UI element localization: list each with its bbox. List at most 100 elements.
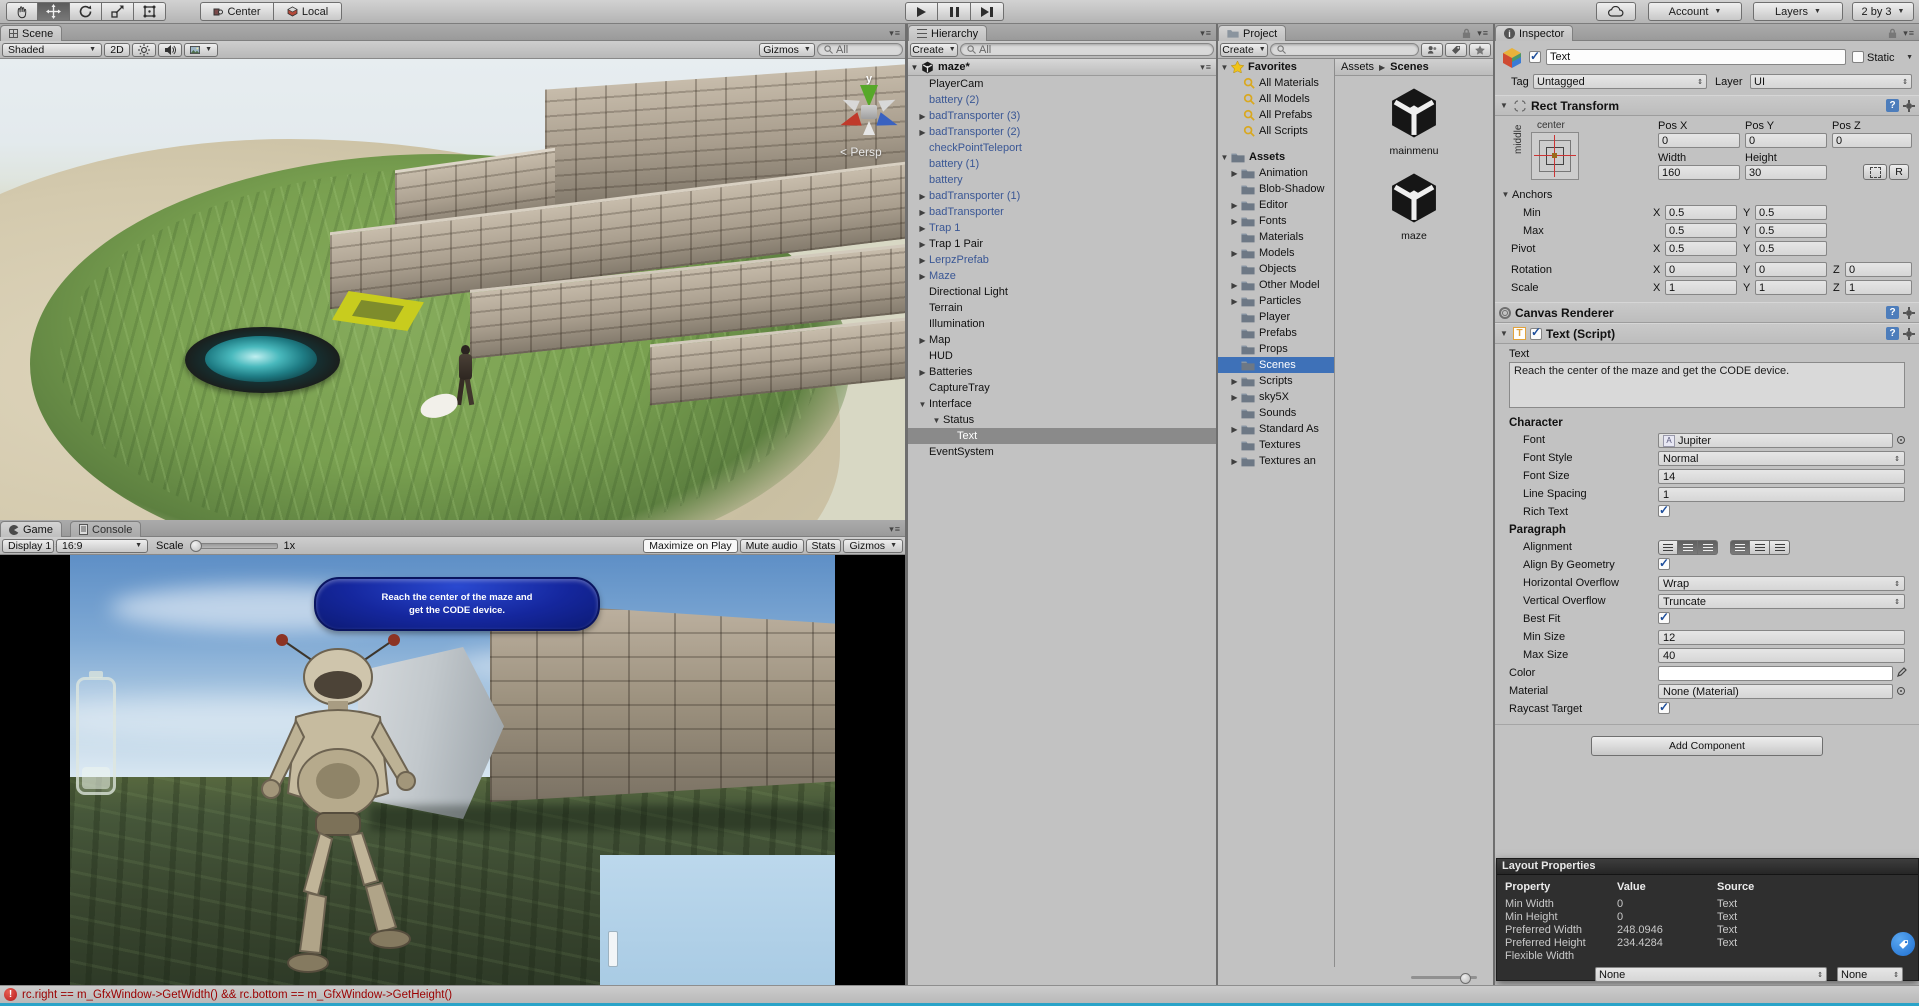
gizmo-cube[interactable] bbox=[861, 105, 877, 119]
foldout-arrow-icon[interactable]: ▼ bbox=[1218, 63, 1231, 72]
hand-tool-button[interactable] bbox=[6, 2, 38, 21]
pos-y-field[interactable]: 0 bbox=[1745, 133, 1827, 148]
hierarchy-item-lerpzprefab[interactable]: ▶LerpzPrefab bbox=[908, 252, 1216, 268]
scale-slider-knob[interactable] bbox=[190, 540, 202, 552]
foldout-arrow-icon[interactable]: ▼ bbox=[1499, 329, 1509, 338]
hierarchy-item-trap-1-pair[interactable]: ▶Trap 1 Pair bbox=[908, 236, 1216, 252]
favorite-all-models[interactable]: All Models bbox=[1218, 91, 1334, 107]
help-icon[interactable]: ? bbox=[1886, 306, 1899, 319]
folder-editor[interactable]: ▶Editor bbox=[1218, 197, 1334, 213]
x-axis-cone[interactable] bbox=[838, 112, 861, 131]
hierarchy-item-map[interactable]: ▶Map bbox=[908, 332, 1216, 348]
stats-button[interactable]: Stats bbox=[806, 539, 842, 553]
favorite-search-button[interactable] bbox=[1469, 43, 1491, 57]
lock-icon[interactable] bbox=[1888, 28, 1897, 42]
folder-particles[interactable]: ▶Particles bbox=[1218, 293, 1334, 309]
account-dropdown[interactable]: Account▼ bbox=[1648, 2, 1742, 21]
audio-toggle-button[interactable] bbox=[158, 43, 182, 57]
gray-cone[interactable] bbox=[863, 121, 875, 135]
folder-textures-an[interactable]: ▶Textures an bbox=[1218, 453, 1334, 469]
property-field[interactable]: 40 bbox=[1658, 648, 1905, 663]
folder-sky5x[interactable]: ▶sky5X bbox=[1218, 389, 1334, 405]
height-field[interactable]: 30 bbox=[1745, 165, 1827, 180]
gameobject-name-field[interactable]: Text bbox=[1546, 49, 1846, 65]
icon-size-slider[interactable] bbox=[1411, 976, 1477, 979]
blueprint-mode-button[interactable] bbox=[1863, 164, 1887, 180]
hierarchy-item-batteries[interactable]: ▶Batteries bbox=[908, 364, 1216, 380]
width-field[interactable]: 160 bbox=[1658, 165, 1740, 180]
foldout-arrow-icon[interactable]: ▶ bbox=[1228, 201, 1241, 210]
tab-scene[interactable]: Scene bbox=[0, 25, 62, 41]
scene-viewport[interactable]: y < Persp bbox=[0, 59, 905, 520]
property-checkbox[interactable] bbox=[1658, 612, 1670, 624]
asset-bundle-dropdown[interactable]: None⇕ bbox=[1595, 967, 1827, 982]
2d-toggle-button[interactable]: 2D bbox=[104, 43, 130, 57]
property-dropdown[interactable]: Truncate⇕ bbox=[1658, 594, 1905, 609]
hierarchy-item-badtransporter-2-[interactable]: ▶badTransporter (2) bbox=[908, 124, 1216, 140]
layout-dropdown[interactable]: 2 by 3▼ bbox=[1852, 2, 1914, 21]
panel-menu-icon[interactable]: ▾≡ bbox=[889, 524, 901, 535]
foldout-arrow-icon[interactable]: ▶ bbox=[916, 192, 929, 201]
color-swatch[interactable] bbox=[1658, 666, 1893, 681]
anchor-preset-widget[interactable] bbox=[1531, 132, 1579, 180]
hierarchy-item-battery[interactable]: battery bbox=[908, 172, 1216, 188]
tab-hierarchy[interactable]: Hierarchy bbox=[908, 25, 987, 41]
active-checkbox[interactable] bbox=[1529, 51, 1541, 63]
rect-transform-header[interactable]: ▼ Rect Transform ? bbox=[1495, 95, 1919, 116]
foldout-arrow-icon[interactable]: ▶ bbox=[916, 336, 929, 345]
static-checkbox[interactable] bbox=[1852, 51, 1864, 63]
hierarchy-item-badtransporter[interactable]: ▶badTransporter bbox=[908, 204, 1216, 220]
foldout-arrow-icon[interactable]: ▶ bbox=[1228, 169, 1241, 178]
game-viewport[interactable]: Reach the center of the maze and get the… bbox=[0, 555, 905, 985]
z-axis-cone[interactable] bbox=[876, 112, 899, 131]
help-icon[interactable]: ? bbox=[1886, 99, 1899, 112]
favorite-all-materials[interactable]: All Materials bbox=[1218, 75, 1334, 91]
move-tool-button[interactable] bbox=[38, 2, 70, 21]
aspect-ratio-dropdown[interactable]: 16:9▼ bbox=[56, 539, 148, 553]
lock-icon[interactable] bbox=[1462, 28, 1471, 42]
folder-other-model[interactable]: ▶Other Model bbox=[1218, 277, 1334, 293]
scene-orientation-gizmo[interactable]: y < Persp bbox=[838, 73, 902, 165]
folder-player[interactable]: Player bbox=[1218, 309, 1334, 325]
anchors-max-y-field[interactable]: 0.5 bbox=[1755, 223, 1827, 238]
panel-menu-icon[interactable]: ▾≡ bbox=[889, 28, 901, 39]
layers-dropdown[interactable]: Layers▼ bbox=[1753, 2, 1843, 21]
folder-objects[interactable]: Objects bbox=[1218, 261, 1334, 277]
tab-game[interactable]: Game bbox=[0, 521, 62, 537]
maximize-on-play-button[interactable]: Maximize on Play bbox=[643, 539, 737, 553]
foldout-arrow-icon[interactable]: ▶ bbox=[1228, 425, 1241, 434]
folder-scenes[interactable]: Scenes bbox=[1218, 357, 1334, 373]
breadcrumb-current[interactable]: Scenes bbox=[1390, 61, 1429, 73]
layout-properties-titlebar[interactable]: Layout Properties bbox=[1497, 859, 1918, 875]
pause-button[interactable] bbox=[938, 2, 971, 21]
gray-cone[interactable] bbox=[840, 94, 859, 111]
hierarchy-item-capturetray[interactable]: CaptureTray bbox=[908, 380, 1216, 396]
foldout-arrow-icon[interactable]: ▶ bbox=[1228, 217, 1241, 226]
foldout-arrow-icon[interactable]: ▶ bbox=[916, 128, 929, 137]
foldout-arrow-icon[interactable]: ▶ bbox=[1228, 457, 1241, 466]
foldout-arrow-icon[interactable]: ▼ bbox=[916, 400, 929, 409]
notification-badge[interactable] bbox=[1891, 932, 1915, 956]
folder-materials[interactable]: Materials bbox=[1218, 229, 1334, 245]
folder-props[interactable]: Props bbox=[1218, 341, 1334, 357]
tab-inspector[interactable]: i Inspector bbox=[1495, 25, 1573, 41]
foldout-arrow-icon[interactable]: ▶ bbox=[916, 368, 929, 377]
hierarchy-item-badtransporter-1-[interactable]: ▶badTransporter (1) bbox=[908, 188, 1216, 204]
hierarchy-item-directional-light[interactable]: Directional Light bbox=[908, 284, 1216, 300]
hierarchy-item-checkpointteleport[interactable]: checkPointTeleport bbox=[908, 140, 1216, 156]
favorite-all-scripts[interactable]: All Scripts bbox=[1218, 123, 1334, 139]
property-field[interactable]: 1 bbox=[1658, 487, 1905, 502]
foldout-arrow-icon[interactable]: ▶ bbox=[1228, 249, 1241, 258]
alignment-button[interactable] bbox=[1770, 540, 1790, 555]
rect-tool-button[interactable] bbox=[134, 2, 166, 21]
canvas-renderer-header[interactable]: Canvas Renderer ? bbox=[1495, 302, 1919, 323]
folder-sounds[interactable]: Sounds bbox=[1218, 405, 1334, 421]
tag-dropdown[interactable]: Untagged⇕ bbox=[1533, 74, 1707, 89]
hierarchy-item-illumination[interactable]: Illumination bbox=[908, 316, 1216, 332]
display-dropdown[interactable]: Display 1⇕ bbox=[2, 539, 54, 553]
anchors-min-x-field[interactable]: 0.5 bbox=[1665, 205, 1737, 220]
hierarchy-item-eventsystem[interactable]: EventSystem bbox=[908, 444, 1216, 460]
folder-animation[interactable]: ▶Animation bbox=[1218, 165, 1334, 181]
static-dropdown-arrow-icon[interactable]: ▼ bbox=[1906, 54, 1913, 61]
rotate-tool-button[interactable] bbox=[70, 2, 102, 21]
